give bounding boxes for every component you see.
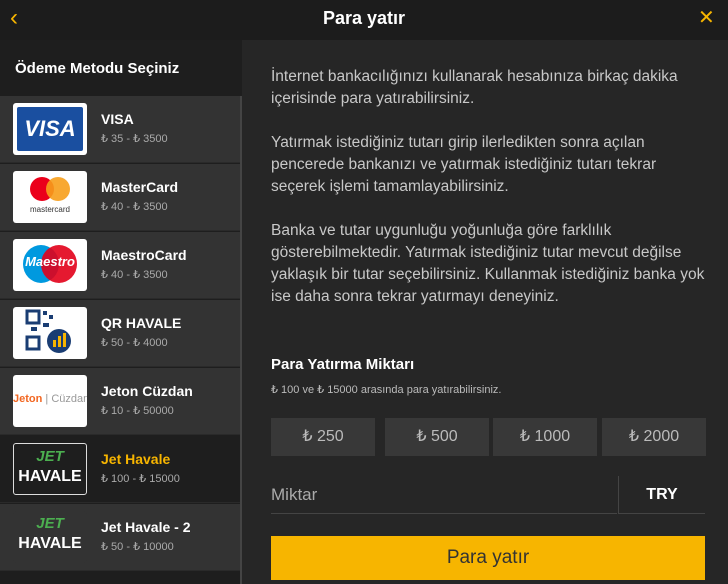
payment-method-range: ₺ 50 - ₺ 4000 <box>101 337 168 349</box>
payment-method-name: Jeton Cüzdan <box>101 383 193 399</box>
payment-method-qr-havale[interactable]: QR HAVALE ₺ 50 - ₺ 4000 <box>0 300 242 367</box>
close-icon[interactable]: ✕ <box>698 6 716 30</box>
info-paragraph: Banka ve tutar uygunluğu yoğunluğa göre … <box>271 222 705 305</box>
jet-havale-logo: JET HAVALE <box>13 443 87 495</box>
qr-code-icon <box>25 309 71 353</box>
payment-method-range: ₺ 40 - ₺ 3500 <box>101 201 168 213</box>
payment-method-sidebar: Ödeme Metodu Seçiniz VISA VISA ₺ 35 - ₺ … <box>0 40 242 584</box>
payment-method-visa[interactable]: VISA VISA ₺ 35 - ₺ 3500 <box>0 96 242 163</box>
payment-method-range: ₺ 40 - ₺ 3500 <box>101 269 168 281</box>
jet-logo-text: JET <box>36 515 64 532</box>
info-paragraph: İnternet bankacılığınızı kullanarak hesa… <box>271 68 678 107</box>
mastercard-logo: mastercard <box>13 171 87 223</box>
preset-amount-button[interactable]: ₺ 250 <box>271 418 375 456</box>
preset-amount-button[interactable]: ₺ 2000 <box>602 418 706 456</box>
amount-section-title: Para Yatırma Miktarı <box>271 356 415 373</box>
currency-label: TRY <box>618 476 705 514</box>
payment-method-range: ₺ 10 - ₺ 50000 <box>101 405 174 417</box>
amount-limit-note: ₺ 100 ve ₺ 15000 arasında para yatırabil… <box>271 384 502 396</box>
deposit-submit-button[interactable]: Para yatır <box>271 536 705 580</box>
havale-logo-text: HAVALE <box>18 535 82 552</box>
sidebar-title: Ödeme Metodu Seçiniz <box>0 40 242 96</box>
payment-method-range: ₺ 50 - ₺ 10000 <box>101 541 174 553</box>
maestro-logo-text: Maestro <box>25 254 75 269</box>
payment-method-name: VISA <box>101 111 134 127</box>
payment-method-name: Jet Havale <box>101 451 171 467</box>
payment-method-name: MaestroCard <box>101 247 187 263</box>
payment-method-name: Jet Havale - 2 <box>101 519 191 535</box>
mastercard-logo-text: mastercard <box>29 205 70 214</box>
jeton-logo-subtext: Cüzdan <box>51 393 87 405</box>
deposit-panel: İnternet bankacılığınızı kullanarak hesa… <box>242 40 728 584</box>
payment-method-name: MasterCard <box>101 179 179 195</box>
amount-input[interactable] <box>271 476 617 514</box>
maestro-logo: Maestro <box>13 239 87 291</box>
havale-logo-text: HAVALE <box>18 468 82 485</box>
visa-logo: VISA <box>13 103 87 155</box>
payment-method-range: ₺ 100 - ₺ 15000 <box>101 473 180 485</box>
payment-method-maestro[interactable]: Maestro MaestroCard ₺ 40 - ₺ 3500 <box>0 232 242 299</box>
header-bar: ‹ Para yatır ✕ <box>0 0 728 40</box>
payment-method-jet-havale[interactable]: JET HAVALE Jet Havale ₺ 100 - ₺ 15000 <box>0 436 242 503</box>
qr-havale-logo <box>13 307 87 359</box>
visa-logo-text: VISA <box>24 116 76 141</box>
jeton-logo: Jeton | Cüzdan <box>13 375 87 427</box>
preset-amount-button[interactable]: ₺ 500 <box>385 418 489 456</box>
payment-method-range: ₺ 35 - ₺ 3500 <box>101 133 168 145</box>
payment-method-mastercard[interactable]: mastercard MasterCard ₺ 40 - ₺ 3500 <box>0 164 242 231</box>
jeton-logo-text: Jeton <box>13 393 43 405</box>
payment-method-jeton[interactable]: Jeton | Cüzdan Jeton Cüzdan ₺ 10 - ₺ 500… <box>0 368 242 435</box>
payment-method-jet-havale-2[interactable]: JET HAVALE Jet Havale - 2 ₺ 50 - ₺ 10000 <box>0 504 242 571</box>
preset-amount-button[interactable]: ₺ 1000 <box>493 418 597 456</box>
jet-havale-2-logo: JET HAVALE <box>13 511 87 563</box>
page-title: Para yatır <box>322 8 406 28</box>
payment-method-name: QR HAVALE <box>101 315 182 331</box>
jet-logo-text: JET <box>36 448 64 465</box>
info-paragraph: Yatırmak istediğiniz tutarı girip ilerle… <box>271 134 657 195</box>
